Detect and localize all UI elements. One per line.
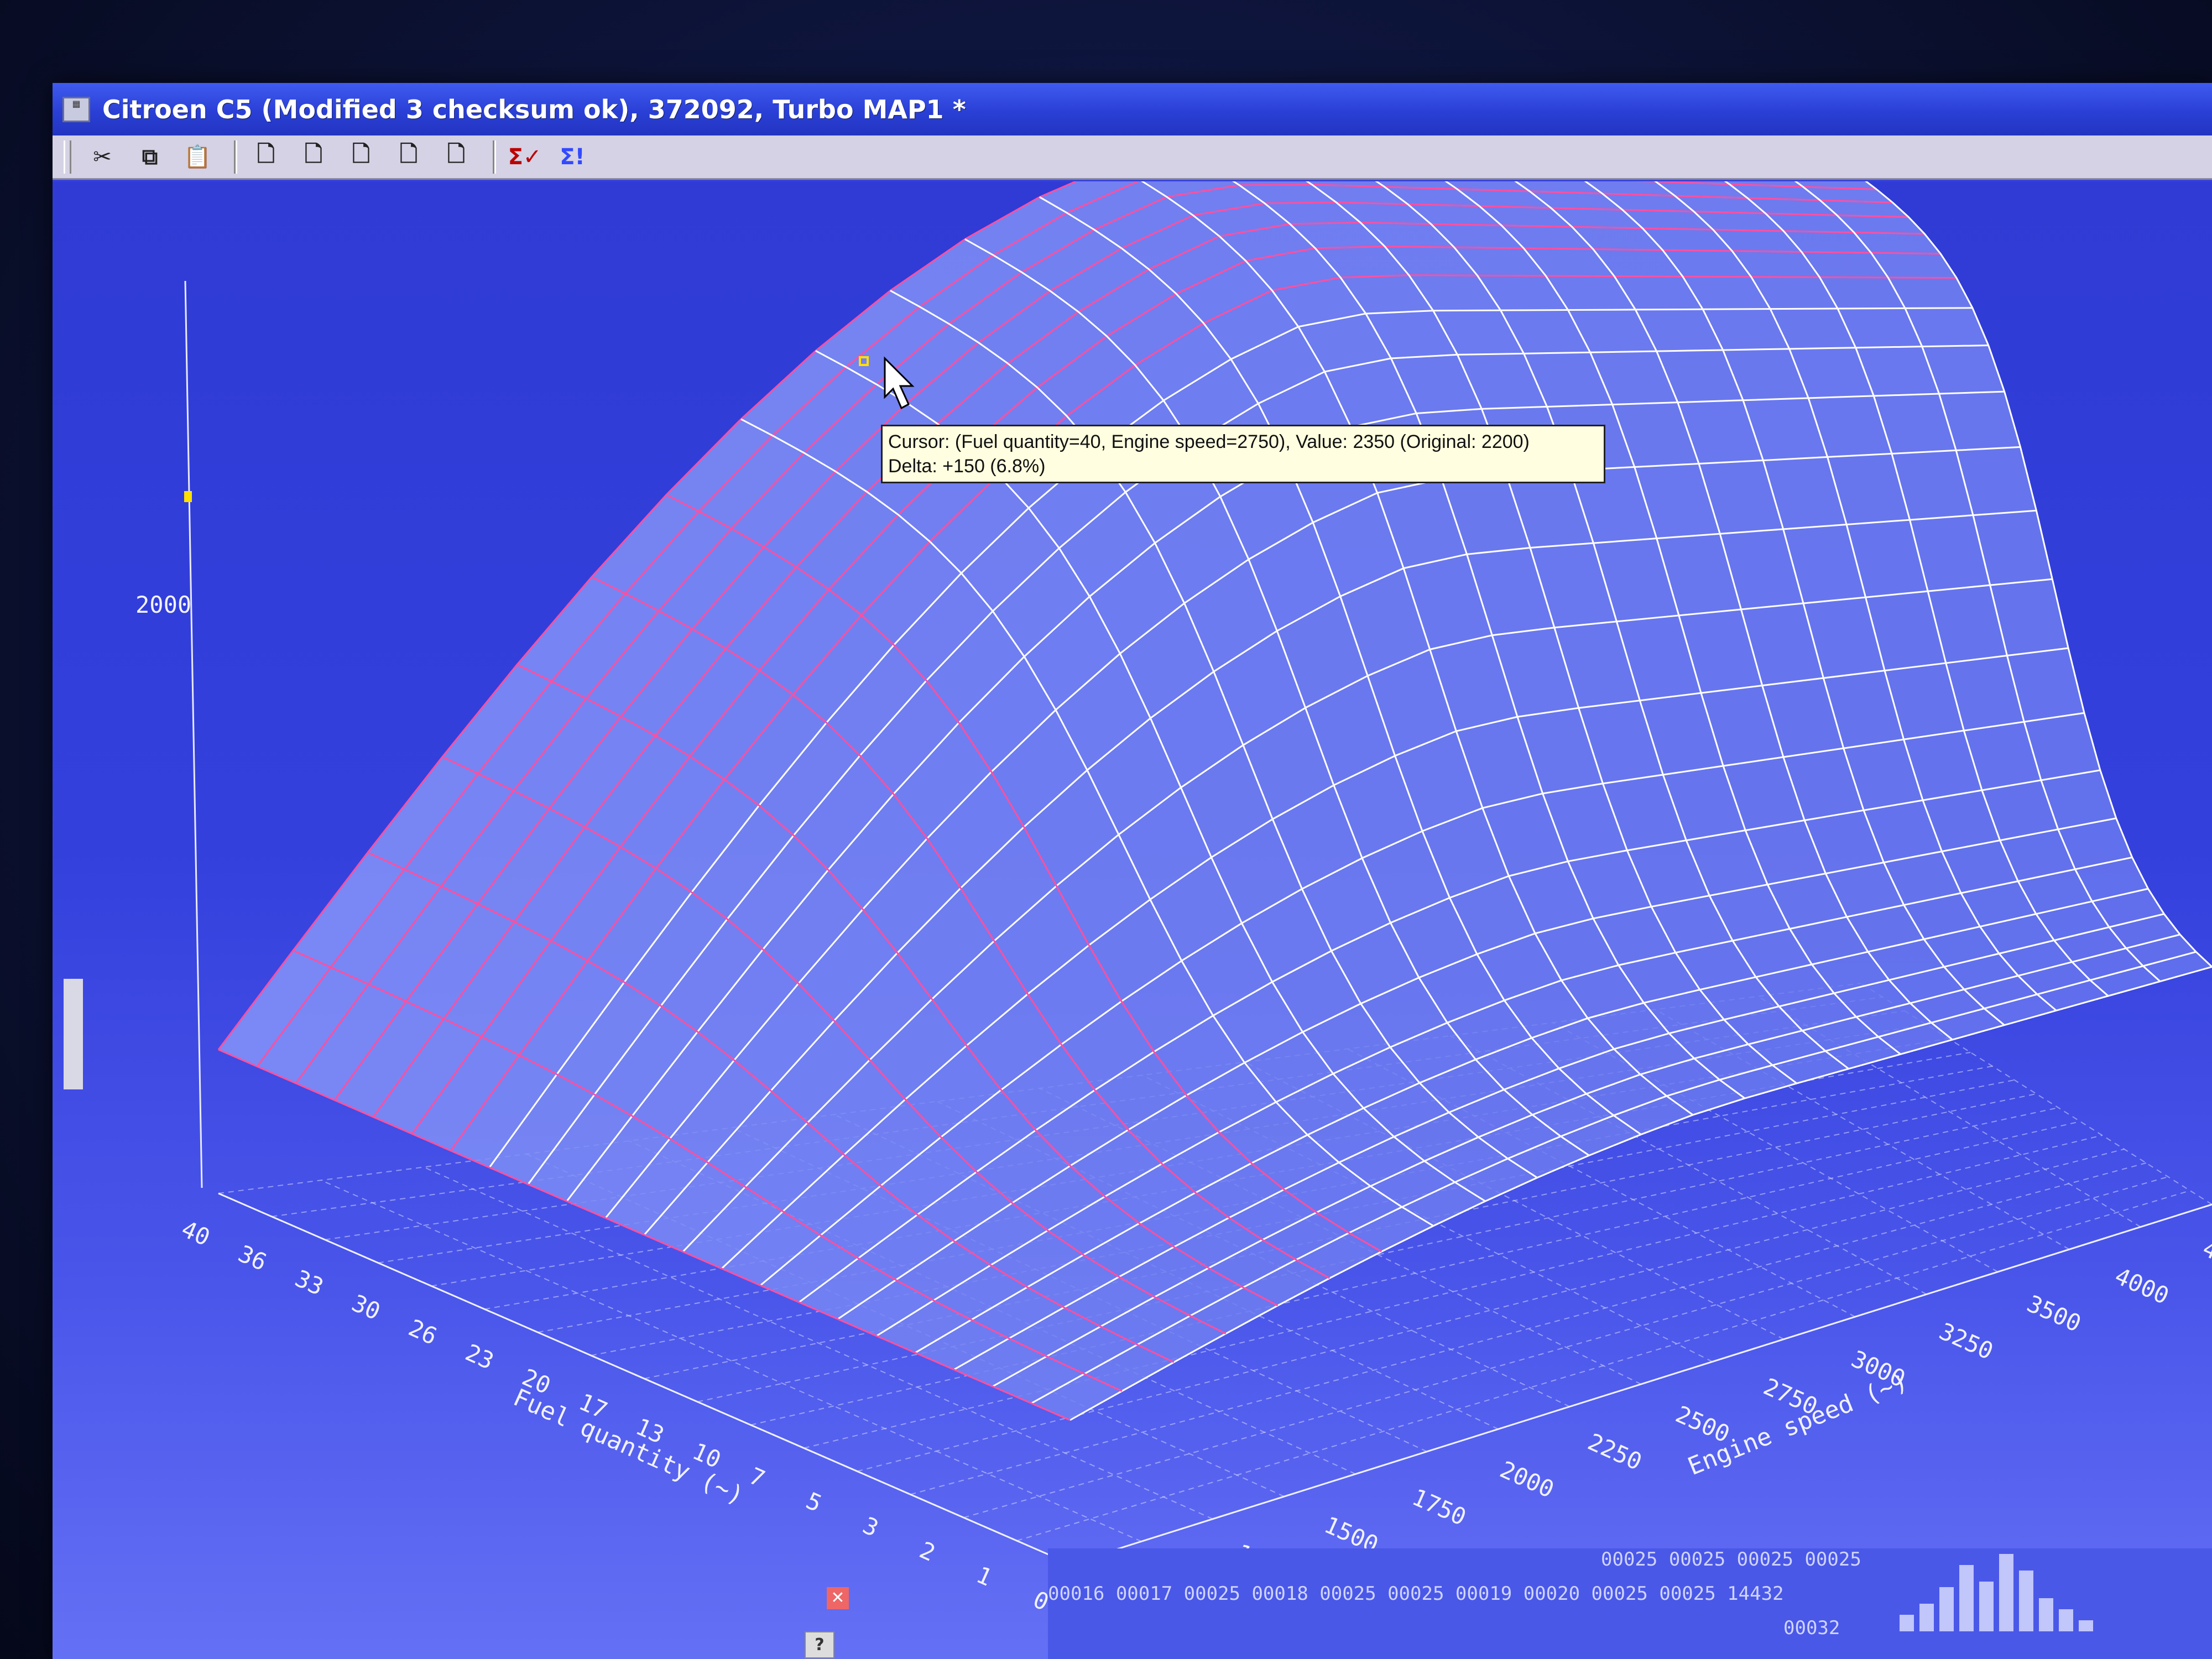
add-value-button[interactable]: 🗋 (246, 139, 286, 175)
fuel-quantity-tick: 3 (859, 1511, 883, 1542)
percent-value-button[interactable]: 🗋 (436, 139, 476, 175)
subtract-value-button[interactable]: 🗋 (294, 139, 333, 175)
page-minus-icon: 🗋 (304, 141, 323, 167)
engine-speed-tick: 3250 (1935, 1317, 1997, 1365)
fuel-quantity-tick: 36 (234, 1240, 271, 1276)
cursor-tooltip: Cursor: (Fuel quantity=40, Engine speed=… (881, 425, 1605, 484)
page-divide-icon: 🗋 (399, 141, 418, 167)
page-add-icon: 🗋 (257, 141, 275, 167)
multiply-value-button[interactable]: 🗋 (341, 139, 381, 175)
fuel-quantity-tick: 33 (291, 1265, 327, 1301)
histogram-thumbnail (1900, 1554, 2093, 1631)
toolbar-grip[interactable] (64, 140, 71, 174)
histogram-bar (1900, 1615, 1914, 1631)
hex-row-1: 00025 00025 00025 00025 (1601, 1548, 1861, 1571)
fuel-quantity-tick: 40 (178, 1215, 214, 1251)
histogram-bar (1959, 1565, 1974, 1631)
engine-speed-tick: 4250 (2199, 1234, 2212, 1282)
surface-chart-area[interactable]: 2000 40363330262320171310753210 75010001… (53, 181, 2212, 1659)
histogram-bar (1919, 1604, 1934, 1631)
histogram-bar (1979, 1582, 1994, 1631)
window-title: Citroen C5 (Modified 3 checksum ok), 372… (102, 94, 966, 124)
tooltip-delta-line: Delta: +150 (6.8%) (888, 456, 1046, 477)
hex-row-2: 00016 00017 00025 00018 00025 00025 0001… (1048, 1583, 1784, 1605)
app-icon[interactable]: ▦ (62, 96, 90, 122)
engine-speed-tick: 2000 (1496, 1455, 1558, 1503)
engine-speed-tick: 2250 (1584, 1428, 1646, 1475)
toolbar-separator (493, 140, 496, 174)
divide-value-button[interactable]: 🗋 (389, 139, 429, 175)
sum-exclaim-icon: Σ! (560, 144, 585, 170)
copy-button[interactable]: ⧉ (130, 139, 170, 175)
fuel-quantity-tick: 2 (916, 1536, 940, 1567)
cut-button[interactable]: ✂ (82, 139, 122, 175)
histogram-bar (2039, 1598, 2053, 1631)
z-axis-cursor-marker (184, 491, 192, 502)
sum-check-icon: Σ✓ (508, 144, 542, 170)
histogram-bar (1999, 1554, 2013, 1631)
engine-speed-tick: 3500 (2023, 1290, 2085, 1337)
splitter-handle[interactable] (64, 979, 83, 1089)
checksum-warn-button[interactable]: Σ! (552, 139, 592, 175)
checksum-button[interactable]: Σ✓ (505, 139, 545, 175)
toolbar-separator (234, 140, 237, 174)
surface-chart[interactable]: 2000 40363330262320171310753210 75010001… (53, 181, 2212, 1659)
fuel-quantity-tick: 23 (461, 1339, 498, 1375)
copy-icon: ⧉ (142, 144, 158, 170)
fuel-quantity-tick: 5 (802, 1487, 826, 1517)
paste-icon: 📋 (184, 144, 211, 170)
engine-speed-tick: 1750 (1408, 1483, 1470, 1531)
cut-icon: ✂ (93, 144, 112, 170)
help-button[interactable]: ? (805, 1631, 834, 1658)
page-multiply-icon: 🗋 (352, 141, 371, 167)
toolbar: ✂ ⧉ 📋 🗋 🗋 🗋 🗋 🗋 Σ✓ Σ! (53, 135, 2212, 180)
fuel-quantity-tick: 1 (972, 1561, 996, 1592)
histogram-bar (2079, 1620, 2093, 1631)
z-axis-tick-2000: 2000 (135, 591, 191, 618)
fuel-quantity-tick: 26 (405, 1314, 441, 1350)
title-bar[interactable]: ▦ Citroen C5 (Modified 3 checksum ok), 3… (53, 83, 2212, 135)
fuel-quantity-tick: 30 (348, 1289, 384, 1325)
histogram-bar (1939, 1587, 1954, 1631)
fuel-quantity-tick: 7 (745, 1462, 769, 1493)
z-axis-line (184, 280, 203, 1188)
map-editor-window: ▦ Citroen C5 (Modified 3 checksum ok), 3… (53, 83, 2212, 1659)
hex-row-3: 00032 (1783, 1617, 1840, 1639)
surface-mesh[interactable] (217, 181, 2212, 1421)
close-button[interactable]: ✕ (827, 1587, 849, 1609)
engine-speed-tick: 4000 (2111, 1262, 2173, 1310)
page-percent-icon: 🗋 (447, 141, 466, 167)
histogram-bar (2059, 1609, 2073, 1631)
paste-button[interactable]: 📋 (178, 139, 217, 175)
histogram-bar (2019, 1571, 2033, 1631)
tooltip-cursor-line: Cursor: (Fuel quantity=40, Engine speed=… (888, 431, 1530, 452)
